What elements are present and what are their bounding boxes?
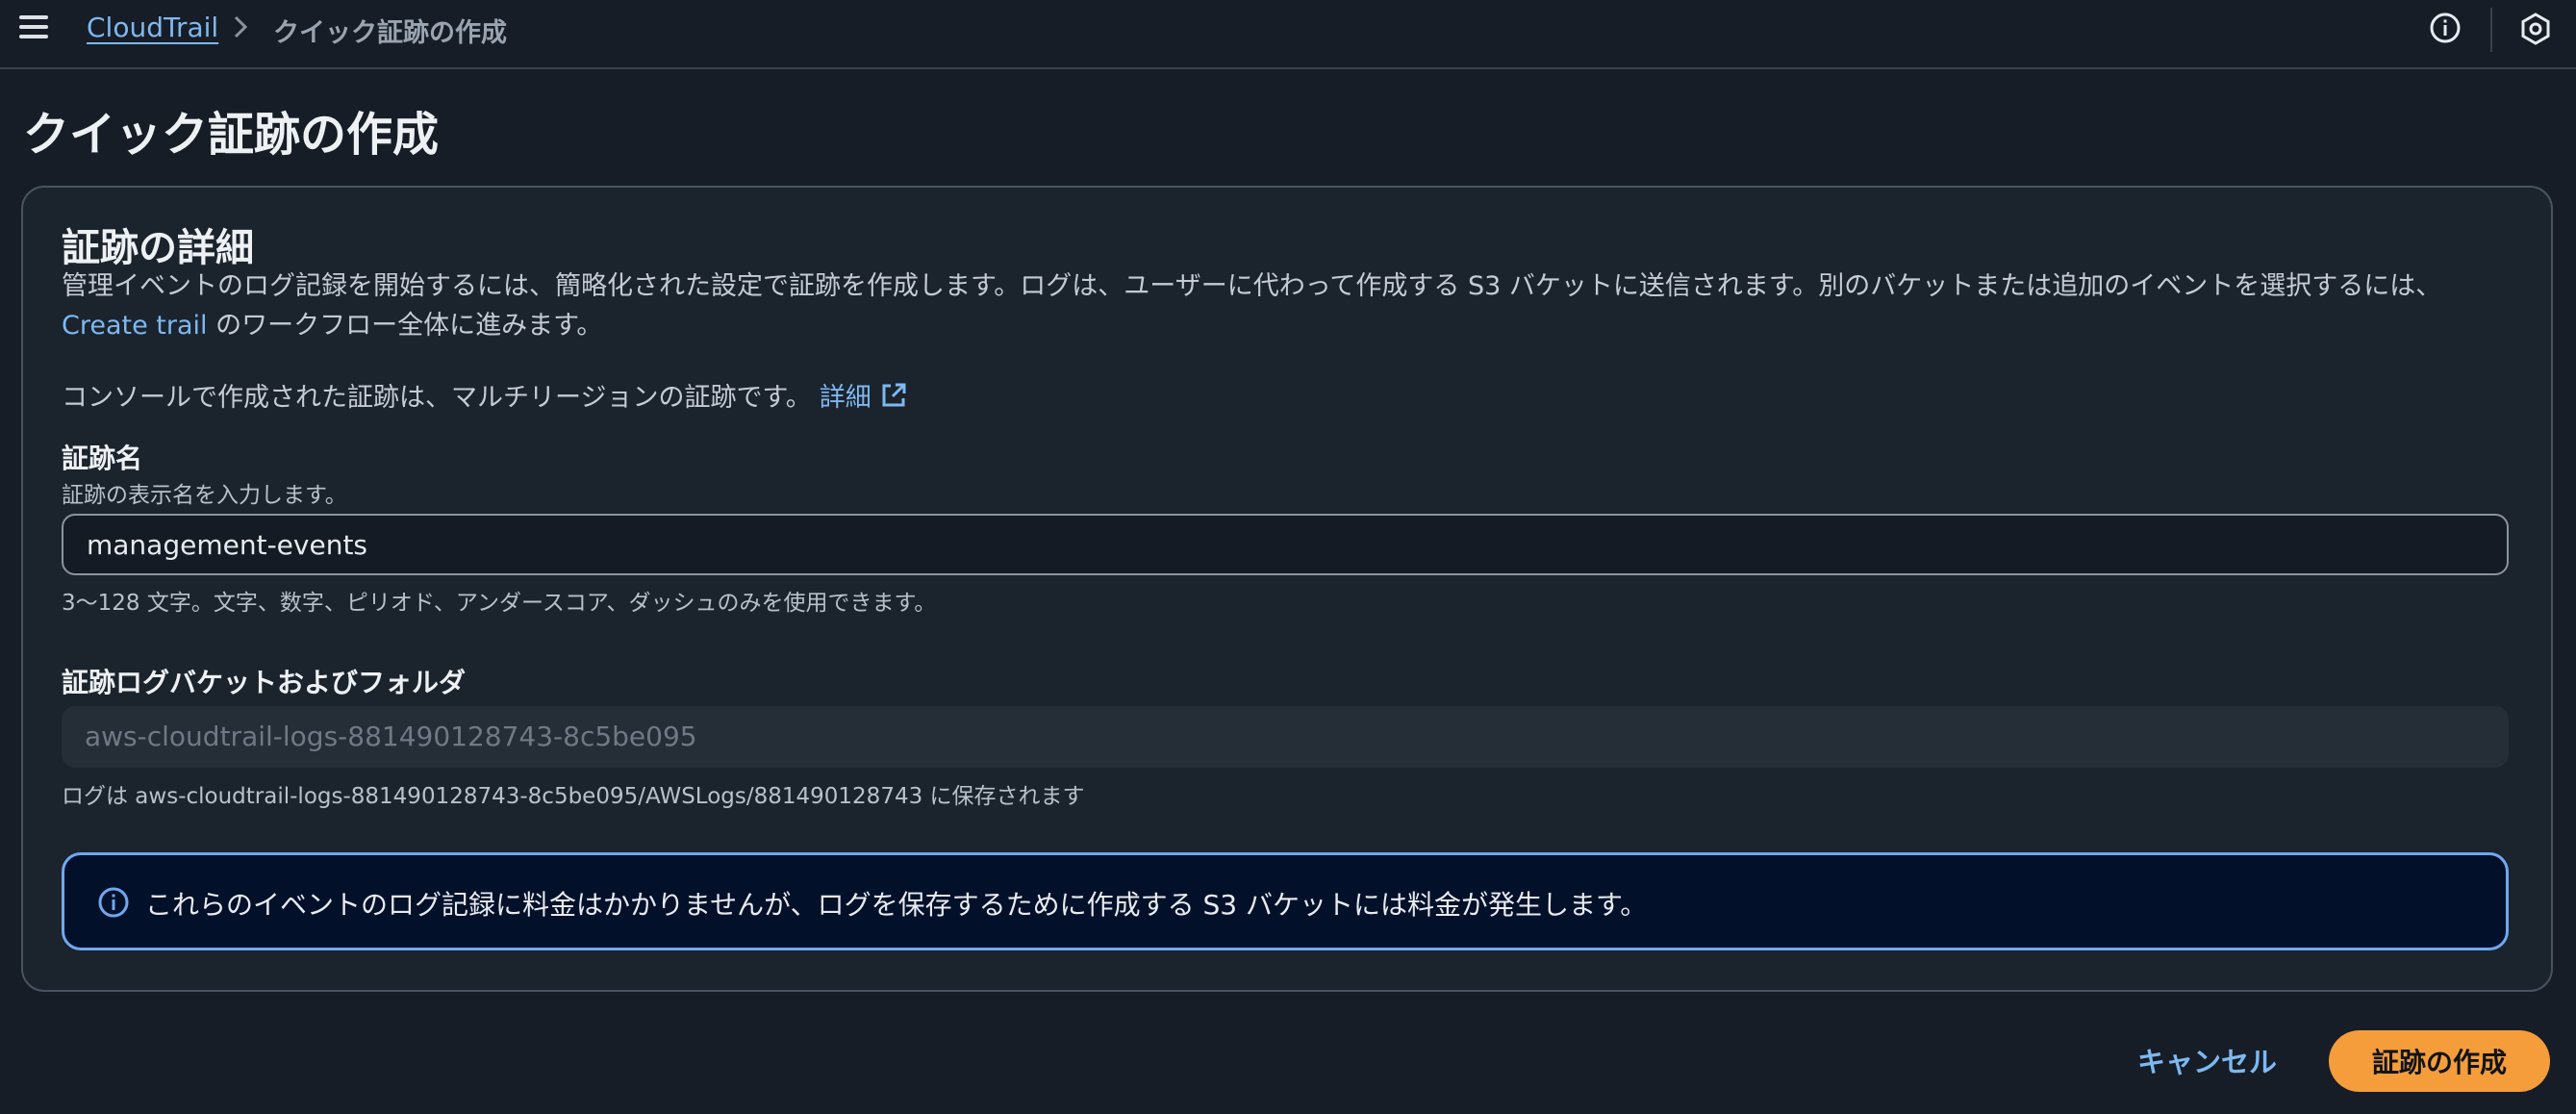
bucket-path-note: ログは aws-cloudtrail-logs-881490128743-8c5… bbox=[62, 784, 1085, 809]
section-title: 証跡の詳細 bbox=[62, 226, 254, 270]
create-trail-button[interactable]: 証跡の作成 bbox=[2329, 1030, 2550, 1092]
bucket-label: 証跡ログバケットおよびフォルダ bbox=[62, 667, 467, 698]
alert-text: これらのイベントのログ記録に料金はかかりませんが、ログを保存するために作成する … bbox=[145, 889, 1648, 921]
trail-name-description: 証跡の表示名を入力します。 bbox=[62, 483, 347, 508]
trail-name-input[interactable] bbox=[62, 514, 2509, 575]
external-link-icon[interactable] bbox=[879, 381, 908, 410]
create-trail-link[interactable]: Create trail bbox=[62, 311, 208, 341]
trail-name-label: 証跡名 bbox=[62, 443, 143, 474]
multiregion-note: コンソールで作成された証跡は、マルチリージョンの証跡です。 詳細 bbox=[62, 376, 908, 414]
trail-name-constraint: 3〜128 文字。文字、数字、ピリオド、アンダースコア、ダッシュのみを使用できま… bbox=[62, 591, 937, 616]
section-description: 管理イベントのログ記録を開始するには、簡略化された設定で証跡を作成します。ログは… bbox=[62, 271, 2442, 341]
info-icon[interactable] bbox=[2429, 12, 2462, 44]
chevron-right-icon bbox=[234, 15, 248, 38]
top-navigation-bar: CloudTrail クイック証跡の作成 bbox=[0, 0, 2576, 69]
bucket-input-disabled: aws-cloudtrail-logs-881490128743-8c5be09… bbox=[62, 706, 2509, 768]
settings-icon[interactable] bbox=[2518, 12, 2553, 46]
breadcrumb-cloudtrail-link[interactable]: CloudTrail bbox=[87, 12, 218, 43]
learn-more-link[interactable]: 詳細 bbox=[820, 383, 871, 413]
info-alert: これらのイベントのログ記録に料金はかかりませんが、ログを保存するために作成する … bbox=[62, 852, 2509, 950]
page-title: クイック証跡の作成 bbox=[23, 108, 440, 162]
cancel-button[interactable]: キャンセル bbox=[2116, 1037, 2298, 1083]
menu-icon[interactable] bbox=[19, 15, 48, 44]
breadcrumb-current: クイック証跡の作成 bbox=[273, 18, 507, 48]
info-icon bbox=[98, 887, 129, 918]
header-divider bbox=[2490, 8, 2492, 52]
